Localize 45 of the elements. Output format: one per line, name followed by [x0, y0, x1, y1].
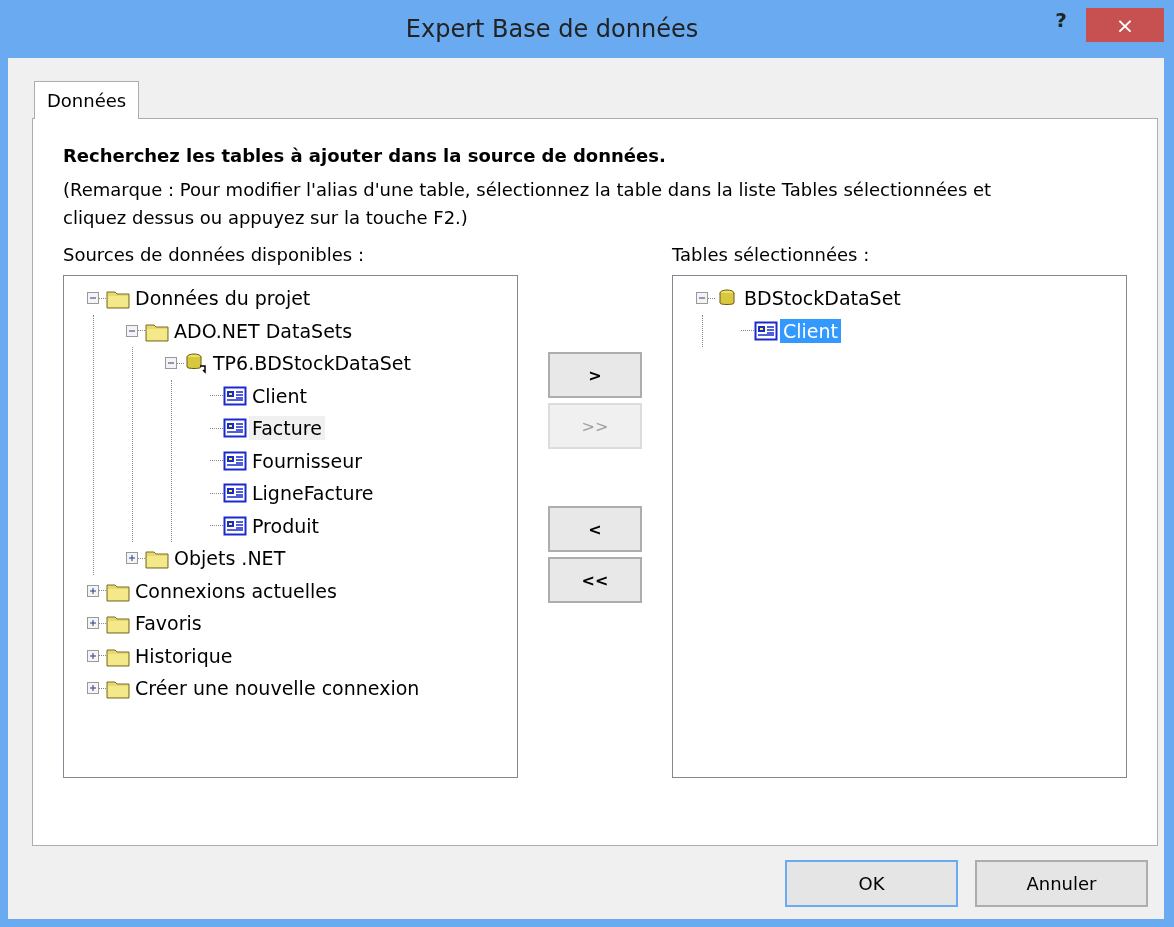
collapse-icon[interactable] — [165, 357, 177, 370]
collapse-icon[interactable] — [87, 292, 99, 305]
instruction-heading: Recherchez les tables à ajouter dans la source de données. — [63, 145, 667, 166]
tree-item[interactable]: BDStockDataSet — [741, 286, 904, 311]
move-button[interactable]: << — [548, 557, 642, 603]
close-button[interactable]: × — [1086, 8, 1164, 42]
ok-button[interactable]: OK — [785, 860, 958, 907]
help-button[interactable]: ? — [1036, 0, 1086, 33]
move-button[interactable]: < — [548, 506, 642, 552]
tree-item[interactable]: Fournisseur — [249, 448, 366, 473]
expand-icon[interactable] — [87, 584, 99, 597]
expand-icon[interactable] — [126, 552, 138, 565]
database-icon — [184, 352, 208, 375]
tree-view[interactable]: BDStockDataSet Client — [672, 275, 1127, 778]
move-button[interactable]: > — [548, 352, 642, 398]
expand-icon[interactable] — [87, 682, 99, 695]
table-icon — [223, 482, 247, 505]
tree-item[interactable]: Favoris — [132, 611, 205, 636]
tree-item[interactable]: Produit — [249, 513, 322, 538]
tree-item[interactable]: ADO.NET DataSets — [171, 318, 356, 343]
tab[interactable]: Données — [34, 81, 140, 119]
tree-item[interactable]: Objets .NET — [171, 546, 289, 571]
table-icon — [223, 417, 247, 440]
tree-item[interactable]: Historique — [132, 643, 236, 668]
window-title: Expert Base de données — [404, 15, 700, 43]
table-icon — [223, 384, 247, 407]
table-icon — [223, 449, 247, 472]
tree-item[interactable]: TP6.BDStockDataSet — [210, 351, 414, 376]
list-label: Sources de données disponibles : — [63, 244, 365, 265]
table-icon — [754, 319, 778, 342]
tree-item[interactable]: Données du projet — [132, 286, 314, 311]
list-label: Tables sélectionnées : — [672, 244, 871, 265]
table-icon — [223, 514, 247, 537]
note-text: (Remarque : Pour modifier l'alias d'une table, sélectionnez la table dans la liste Tables sélectionnées et cliquez dessus ou appuyez sur la touche F2.) — [63, 178, 993, 230]
collapse-icon[interactable] — [696, 292, 708, 305]
cancel-button[interactable]: Annuler — [975, 860, 1148, 907]
tree-item[interactable]: LigneFacture — [249, 481, 377, 506]
tree-view[interactable]: Données du projet ADO.NET DataSets TP6.BDStockDataSet Client Facture Fournisseur LigneFacture Produit Objets .NET Connexions actuelles Favoris Historique Créer une nouvelle connexion — [63, 275, 518, 778]
tree-item[interactable]: Facture — [249, 416, 325, 441]
expand-icon[interactable] — [87, 649, 99, 662]
tree-item[interactable]: Créer une nouvelle connexion — [132, 676, 423, 701]
collapse-icon[interactable] — [126, 324, 138, 337]
tree-item[interactable]: Client — [249, 383, 310, 408]
expand-icon[interactable] — [87, 617, 99, 630]
tree-item[interactable]: Connexions actuelles — [132, 578, 340, 603]
